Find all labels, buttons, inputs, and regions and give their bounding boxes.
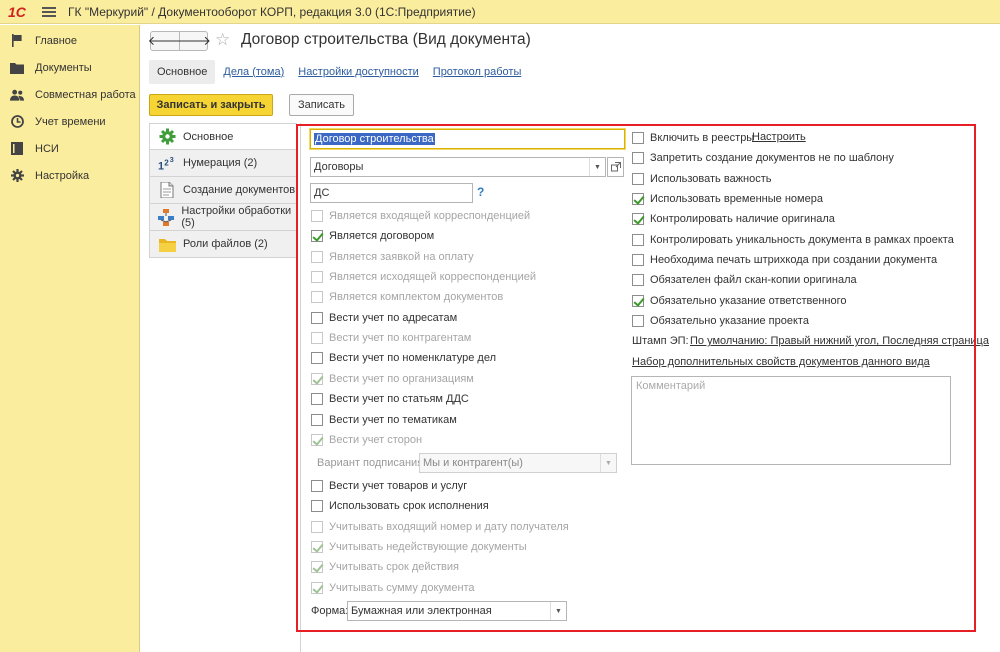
save-and-close-button[interactable]: Записать и закрыть — [149, 94, 273, 116]
form-section-nav: Основное 123 Нумерация (2) Создание доку… — [149, 123, 297, 258]
document-icon — [158, 181, 176, 199]
people-icon — [10, 88, 24, 102]
title-bar: 1С ГК "Меркурий" / Документооборот КОРП,… — [0, 0, 1000, 24]
highlight-frame — [296, 124, 976, 632]
sidebar-item-main[interactable]: Главное — [0, 27, 139, 54]
clock-icon — [10, 115, 24, 129]
back-button[interactable]: 🡐 — [148, 32, 183, 50]
form-nav-create-documents[interactable]: Создание документов — [149, 177, 297, 204]
save-button[interactable]: Записать — [289, 94, 354, 116]
folder-icon — [10, 61, 24, 75]
svg-text:3: 3 — [170, 155, 174, 164]
form-nav-numbering[interactable]: 123 Нумерация (2) — [149, 150, 297, 177]
flag-icon — [10, 34, 24, 48]
gear-icon — [10, 169, 24, 183]
folder-icon — [158, 235, 176, 253]
tab-work-log[interactable]: Протокол работы — [433, 66, 522, 78]
sidebar-item-settings[interactable]: Настройка — [0, 162, 139, 189]
forward-button[interactable]: 🡒 — [176, 32, 211, 50]
arrow-right-icon: 🡒 — [176, 33, 211, 48]
sidebar-item-nsi[interactable]: НСИ — [0, 135, 139, 162]
sidebar-item-time[interactable]: Учет времени — [0, 108, 139, 135]
tab-cases[interactable]: Дела (тома) — [223, 66, 284, 78]
numbering-icon: 123 — [158, 154, 176, 172]
app-title: ГК "Меркурий" / Документооборот КОРП, ре… — [68, 4, 476, 19]
form-nav-processing-settings[interactable]: Настройки обработки (5) — [149, 204, 297, 231]
favorite-star-icon[interactable]: ☆ — [215, 30, 230, 50]
gear-green-icon — [158, 128, 176, 146]
history-nav: 🡐 🡒 — [148, 31, 211, 51]
form-nav-main[interactable]: Основное — [149, 123, 297, 150]
tab-main[interactable]: Основное — [149, 59, 216, 84]
workflow-icon — [158, 208, 175, 226]
sidebar-item-collaboration[interactable]: Совместная работа — [0, 81, 139, 108]
app-logo[interactable]: 1С — [8, 4, 30, 20]
page-title: Договор строительства (Вид документа) — [241, 31, 531, 48]
svg-text:1: 1 — [158, 160, 164, 171]
sidebar-item-documents[interactable]: Документы — [0, 54, 139, 81]
tab-access-settings[interactable]: Настройки доступности — [298, 66, 419, 78]
form-nav-file-roles[interactable]: Роли файлов (2) — [149, 231, 297, 258]
sidebar: Главное Документы Совместная работа Учет… — [0, 25, 140, 652]
hamburger-menu-icon[interactable] — [42, 6, 56, 17]
book-icon — [10, 142, 24, 156]
form-tabs: Основное Дела (тома) Настройки доступнос… — [149, 58, 535, 85]
svg-text:2: 2 — [164, 159, 169, 168]
